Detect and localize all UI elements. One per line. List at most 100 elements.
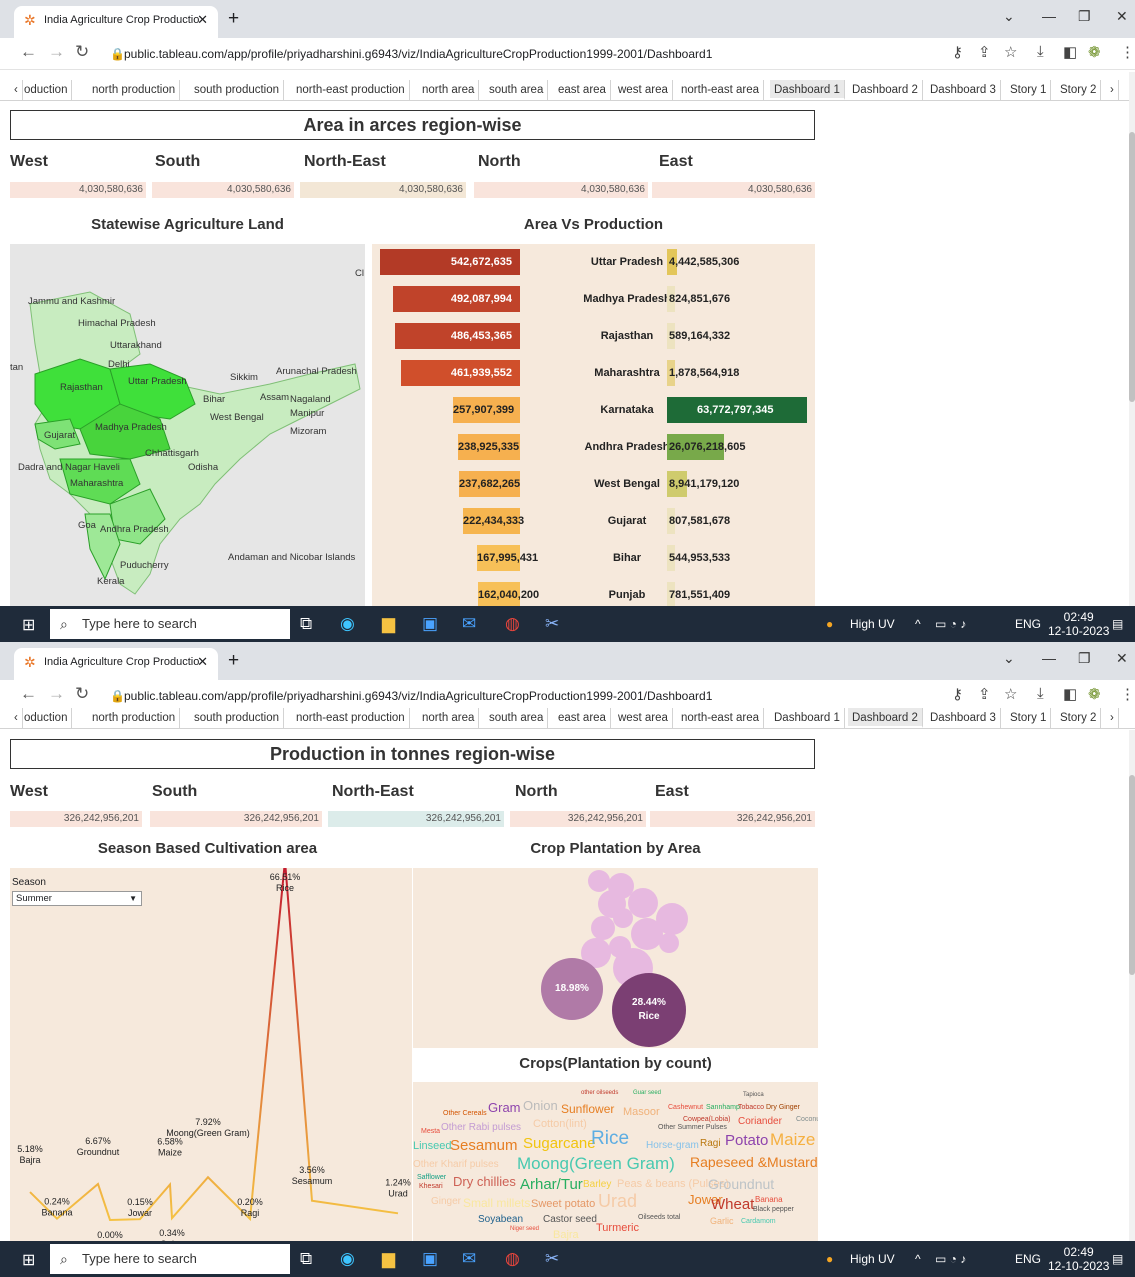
word-cloud-item[interactable]: Barley	[583, 1179, 611, 1190]
word-cloud-item[interactable]: Castor seed	[543, 1214, 597, 1225]
word-cloud-item[interactable]: Small millets	[463, 1196, 530, 1210]
area-bar[interactable]: 238,925,335	[458, 434, 520, 460]
profile-avatar-icon[interactable]: ❁	[1088, 43, 1101, 61]
tray-chevron-icon[interactable]: ^	[915, 606, 921, 642]
key-icon[interactable]: ⚷	[952, 685, 963, 703]
sheet-tab-east-area[interactable]: east area	[554, 80, 611, 100]
sheet-tab-west-area[interactable]: west area	[614, 708, 673, 728]
close-tab-icon[interactable]: ✕	[197, 648, 208, 676]
word-cloud-item[interactable]: Turmeric	[596, 1222, 639, 1234]
mail-icon[interactable]: ✉	[462, 614, 476, 634]
word-cloud-item[interactable]: Other Cereals	[443, 1110, 487, 1117]
menu-icon[interactable]: ⋮	[1120, 43, 1135, 61]
bubble[interactable]	[631, 918, 663, 950]
word-cloud-item[interactable]: Linseed	[413, 1140, 452, 1152]
sheet-tab-dashboard-1[interactable]: Dashboard 1	[770, 80, 845, 100]
production-bar[interactable]: 589,164,332	[667, 323, 730, 349]
store-icon[interactable]: ▣	[422, 1249, 438, 1269]
snipping-tool-icon[interactable]: ✂	[545, 1249, 559, 1269]
word-cloud-item[interactable]: Other Summer Pulses	[658, 1124, 727, 1131]
edge-icon[interactable]: ◉	[340, 1249, 355, 1269]
area-bar[interactable]: 486,453,365	[395, 323, 520, 349]
sheet-tab-north-east-area[interactable]: north-east area	[677, 80, 764, 100]
sheet-tab-south-area[interactable]: south area	[485, 80, 549, 100]
word-cloud-item[interactable]: Arhar/Tur	[520, 1176, 583, 1193]
forward-icon[interactable]: →	[48, 684, 65, 704]
word-cloud-item[interactable]: Bajra	[553, 1229, 579, 1241]
sidepanel-icon[interactable]: ◧	[1063, 43, 1077, 61]
close-window-icon[interactable]: ✕	[1116, 650, 1128, 667]
word-cloud-item[interactable]: Masoor	[623, 1106, 660, 1118]
browser-tab[interactable]: ✲ India Agriculture Crop Productio ✕	[14, 6, 218, 38]
reload-icon[interactable]: ↻	[75, 684, 89, 704]
word-cloud-item[interactable]: Rapeseed &Mustard	[690, 1154, 818, 1170]
area-bar[interactable]: 257,907,399	[453, 397, 520, 423]
snipping-tool-icon[interactable]: ✂	[545, 614, 559, 634]
word-cloud-item[interactable]: Urad	[598, 1191, 637, 1212]
tray-icons[interactable]: ▭ ◔ ♪	[935, 1241, 966, 1277]
weather-text[interactable]: High UV	[850, 1241, 895, 1277]
word-cloud-item[interactable]: Rice	[591, 1128, 629, 1150]
sheet-tab-south-production[interactable]: south production	[190, 708, 285, 728]
sheet-tab-north-east-production[interactable]: north-east production	[292, 708, 410, 728]
forward-icon[interactable]: →	[48, 42, 65, 62]
sheet-tab--[interactable]: ›	[1106, 708, 1119, 728]
weather-icon[interactable]: ●	[826, 606, 833, 642]
close-tab-icon[interactable]: ✕	[197, 6, 208, 34]
crop-word-cloud[interactable]: other oilseeds Guar seed Tapioca Other Cere…	[413, 1082, 818, 1242]
sheet-tab-dashboard-3[interactable]: Dashboard 3	[926, 80, 1001, 100]
reload-icon[interactable]: ↻	[75, 42, 89, 62]
notification-icon[interactable]: ▤	[1112, 1241, 1123, 1277]
sheet-tab-east-area[interactable]: east area	[554, 708, 611, 728]
task-view-icon[interactable]: ⧉	[300, 1249, 312, 1269]
sheet-tab-north-area[interactable]: north area	[418, 708, 480, 728]
production-bar[interactable]: 1,878,564,918	[667, 360, 739, 386]
word-cloud-item[interactable]: other oilseeds	[581, 1090, 618, 1096]
weather-icon[interactable]: ●	[826, 1241, 833, 1277]
bubble-secondary[interactable]: 18.98%	[541, 958, 603, 1020]
word-cloud-item[interactable]: Oilseeds total	[638, 1214, 680, 1221]
sheet-tab-dashboard-2[interactable]: Dashboard 2	[848, 80, 923, 100]
word-cloud-item[interactable]: Maize	[770, 1130, 815, 1150]
share-icon[interactable]: ⇪	[978, 685, 991, 703]
region-value-west[interactable]: 4,030,580,636	[10, 182, 146, 198]
word-cloud-item[interactable]: Cashewnut	[668, 1104, 703, 1111]
profile-avatar-icon[interactable]: ❁	[1088, 685, 1101, 703]
word-cloud-item[interactable]: Dry chillies	[453, 1174, 516, 1189]
production-bar[interactable]: 8,941,179,120	[667, 471, 739, 497]
scrollbar[interactable]	[1129, 72, 1135, 606]
word-cloud-item[interactable]: Banana	[755, 1195, 783, 1204]
word-cloud-item[interactable]: Coconut	[796, 1116, 818, 1123]
word-cloud-item[interactable]: Onion	[523, 1098, 558, 1113]
sheet-tab-story-2[interactable]: Story 2	[1056, 708, 1102, 728]
word-cloud-item[interactable]: Soyabean	[478, 1214, 523, 1225]
sheet-tab-oduction[interactable]: oduction	[20, 708, 73, 728]
area-bar[interactable]: 222,434,333	[463, 508, 524, 534]
star-icon[interactable]: ☆	[1004, 685, 1017, 703]
notification-icon[interactable]: ▤	[1112, 606, 1123, 642]
bubble[interactable]	[628, 888, 658, 918]
bubble[interactable]	[591, 916, 615, 940]
chrome-icon[interactable]: ◍	[505, 614, 520, 634]
word-cloud-item[interactable]: Ginger	[431, 1196, 461, 1207]
minimize-icon[interactable]: —	[1042, 8, 1056, 24]
url-field[interactable]: 🔒public.tableau.com/app/profile/priyadha…	[110, 685, 940, 707]
india-map[interactable]: Jammu and Kashmir Himachal Pradesh Uttarak…	[10, 244, 365, 608]
language-indicator[interactable]: ENG	[1015, 1241, 1041, 1277]
production-bar[interactable]: 4,442,585,306	[667, 249, 739, 275]
sheet-tab-dashboard-1[interactable]: Dashboard 1	[770, 708, 845, 728]
region-value-north-east[interactable]: 4,030,580,636	[300, 182, 466, 198]
word-cloud-item[interactable]: Garlic	[710, 1216, 734, 1226]
word-cloud-item[interactable]: Safflower	[417, 1174, 446, 1181]
clock[interactable]: 02:49 12-10-2023	[1048, 610, 1109, 638]
region-value-east[interactable]: 4,030,580,636	[652, 182, 815, 198]
tab-search-icon[interactable]: ⌄	[1003, 8, 1015, 25]
word-cloud-item[interactable]: Tapioca	[743, 1092, 764, 1098]
region-value-south[interactable]: 326,242,956,201	[150, 811, 322, 827]
word-cloud-item[interactable]: Wheat	[711, 1196, 754, 1213]
bubble[interactable]	[588, 870, 610, 892]
store-icon[interactable]: ▣	[422, 614, 438, 634]
sheet-tab-north-production[interactable]: north production	[88, 80, 181, 100]
word-cloud-item[interactable]: Dry Ginger	[766, 1104, 800, 1111]
new-tab-icon[interactable]: +	[228, 648, 239, 674]
